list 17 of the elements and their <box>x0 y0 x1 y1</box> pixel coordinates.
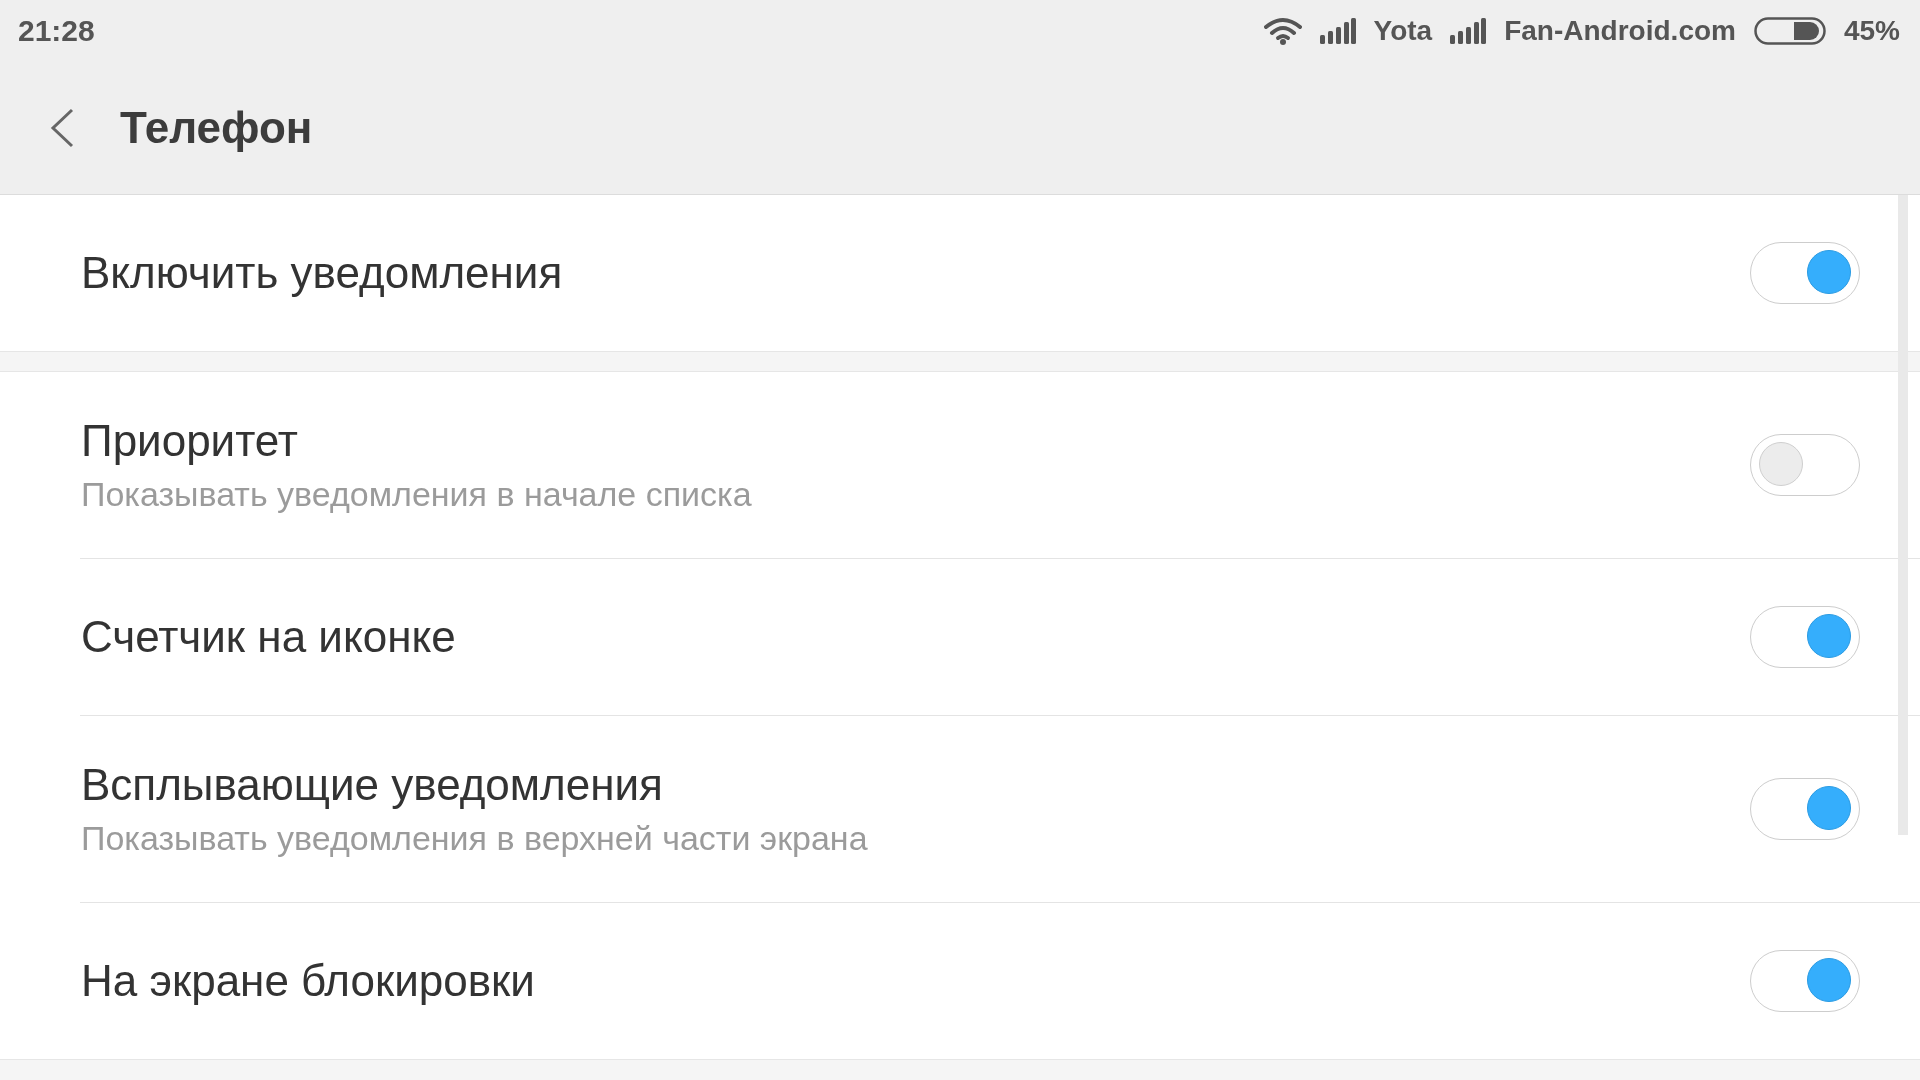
setting-title: Включить уведомления <box>81 248 563 298</box>
signal-icon <box>1319 18 1356 44</box>
carrier-name: Yota <box>1373 15 1433 47</box>
signal-icon <box>1450 18 1487 44</box>
battery-percent: 45% <box>1843 15 1900 47</box>
page-title: Телефон <box>120 103 313 153</box>
battery-icon <box>1753 17 1826 45</box>
carrier-name: Fan-Android.com <box>1504 15 1736 47</box>
setting-description: Показывать уведомления в верхней части экрана <box>81 818 868 858</box>
clock-time: 21:28 <box>18 14 95 48</box>
setting-title: Счетчик на иконке <box>81 612 456 662</box>
back-button[interactable] <box>48 107 76 149</box>
setting-description: Показывать уведомления в начале списка <box>81 474 752 514</box>
setting-title: Всплывающие уведомления <box>81 760 664 810</box>
setting-title: Приоритет <box>81 416 299 466</box>
setting-title: На экране блокировки <box>81 956 535 1006</box>
wifi-icon <box>1263 17 1302 45</box>
